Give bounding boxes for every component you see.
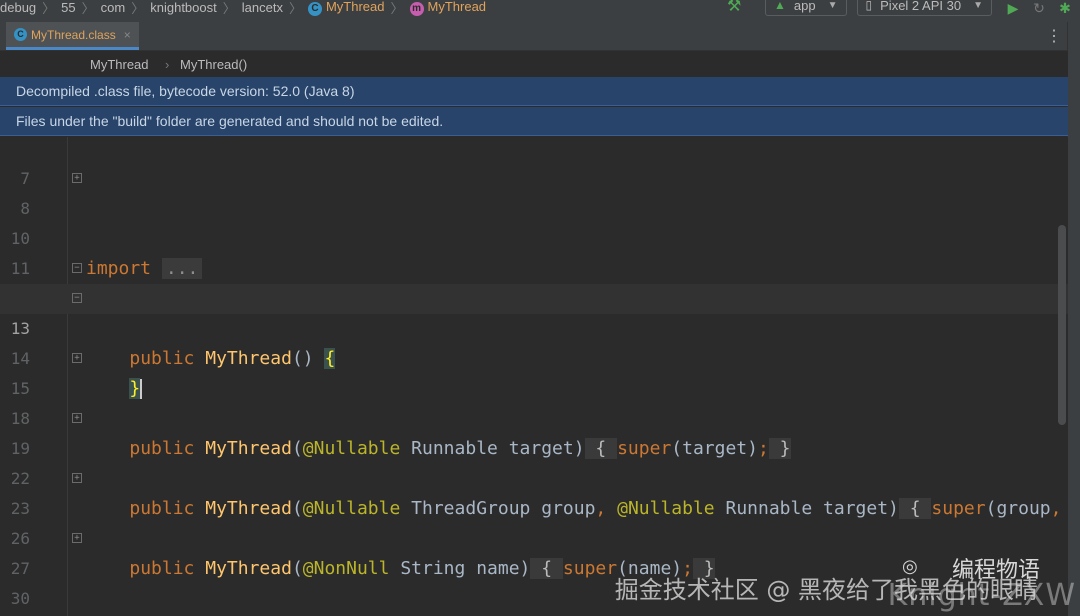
nav-class-label: MyThread [325,0,385,14]
fold-toggle-icon[interactable]: + [72,353,82,363]
editor-tabs: C MyThread.class × [0,22,1080,51]
code-line: 12 − public MyThread() { [0,254,1068,369]
editor-scrollbar[interactable] [1058,225,1066,425]
run-config-label: app [793,0,816,13]
nav-method-label: MyThread [427,0,487,14]
device-icon: ▯ [865,0,873,12]
close-icon[interactable]: × [124,28,131,42]
tab-mythread-class[interactable]: C MyThread.class × [6,22,139,50]
nav-item-debug[interactable]: debug [0,0,42,15]
rerun-icon[interactable]: ↻ [1028,0,1050,17]
dropdown-caret-icon: ▼ [827,0,838,11]
dropdown-caret-icon: ▼ [973,0,983,11]
method-icon: m [409,1,424,16]
nav-item-class[interactable]: C MyThread [302,0,391,16]
device-label: Pixel 2 API 30 [880,0,962,13]
nav-breadcrumbs: debug 〉 55 〉 com 〉 knightboost 〉 lancetx… [0,0,493,16]
nav-item-knightboost[interactable]: knightboost [144,0,223,15]
fold-toggle-icon[interactable]: + [72,533,82,543]
fold-toggle-icon[interactable]: − [72,263,82,273]
editor-breadcrumb: MyThread › MyThread() [0,51,1068,77]
class-icon: C [14,28,27,41]
chevron-right-icon: 〉 [288,0,302,16]
code-line: 19 + public MyThread(@Nullable ThreadGro… [0,404,1068,519]
chevron-right-icon: 〉 [390,0,404,16]
chevron-right-icon: 〉 [81,0,95,16]
fold-toggle-icon[interactable]: + [72,173,82,183]
android-icon: ▲ [774,0,786,12]
play-icon[interactable]: ▶ [1002,0,1024,17]
breadcrumb-method[interactable]: MyThread() [180,57,247,72]
decompiled-notice: Decompiled .class file, bytecode version… [0,77,1068,106]
code-line: 22 [0,434,1068,488]
fold-toggle-icon[interactable]: − [72,293,82,303]
chevron-right-icon: 〉 [131,0,145,16]
tab-label: MyThread.class [31,27,116,42]
navigation-bar: debug 〉 55 〉 com 〉 knightboost 〉 lancetx… [0,0,1080,22]
chevron-right-icon: › [165,57,170,72]
right-tool-strip [1067,22,1080,616]
code-line-current: 13 − } [0,284,1068,399]
build-folder-notice: Files under the "build" folder are gener… [0,107,1068,136]
nav-item-com[interactable]: com [95,0,132,15]
code-line: 18 [0,374,1068,428]
code-line: 11 public class MyThread extends ProxyTh… [0,224,1068,309]
fold-toggle-icon[interactable]: + [72,413,82,423]
code-line: 8 + import ... [0,164,1068,279]
chevron-right-icon: 〉 [222,0,236,16]
code-editor[interactable]: 7 8 + import ... 10 11 public class MyTh… [0,137,1068,616]
class-icon: C [307,1,322,16]
bug-icon[interactable]: ✱ [1054,0,1076,17]
nav-item-lancetx[interactable]: lancetx [236,0,289,15]
code-line: 27 + public MyThread(@Nullable ThreadGro… [0,524,1068,578]
nav-item-method[interactable]: m MyThread [404,0,493,16]
more-options-icon[interactable]: ⋮ [1046,26,1062,46]
code-line: 7 [0,137,1068,188]
code-line: 10 [0,194,1068,248]
toolbar: ⚒ ▲ app ▼ ▯ Pixel 2 API 30 ▼ ▶ ↻ ✱ [727,0,1080,16]
hammer-icon[interactable]: ⚒ [727,0,747,16]
run-config-selector[interactable]: ▲ app ▼ [765,0,847,16]
code-line: 15 + public MyThread(@Nullable Runnable … [0,344,1068,459]
breadcrumb-class[interactable]: MyThread [90,57,149,72]
watermark-author: Knight-ZXW [887,578,1076,613]
nav-item-55[interactable]: 55 [55,0,81,15]
code-line: 14 [0,314,1068,368]
code-line: 23 + public MyThread(@NonNull String nam… [0,464,1068,579]
chevron-right-icon: 〉 [42,0,56,16]
code-line: 26 [0,494,1068,548]
fold-toggle-icon[interactable]: + [72,473,82,483]
device-selector[interactable]: ▯ Pixel 2 API 30 ▼ [856,0,992,16]
